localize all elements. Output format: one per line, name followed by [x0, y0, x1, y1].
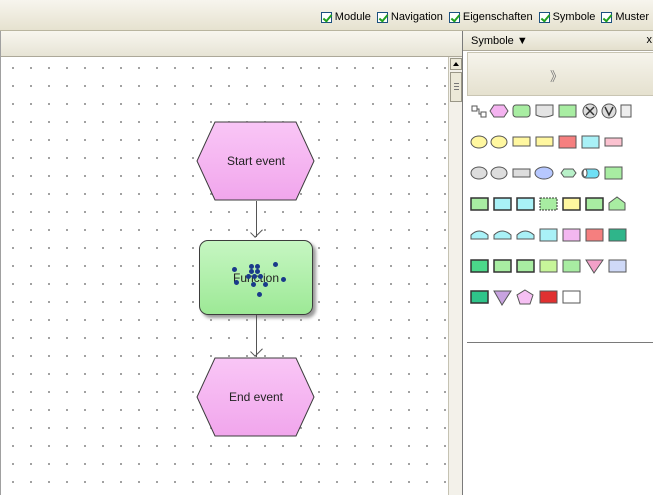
selection-handle[interactable]: [234, 280, 239, 285]
symbol-product-icon: [562, 197, 581, 211]
symbol-data-icon: [560, 168, 577, 178]
symbol-list-icon: [539, 228, 558, 242]
toggle-eigenschaften[interactable]: Eigenschaften: [448, 11, 533, 23]
vertical-scrollbar[interactable]: [448, 57, 463, 495]
symbols-dropdown[interactable]: Symbole ▼: [471, 35, 528, 47]
symbol-note-icon: [608, 259, 627, 273]
symbol-xor-icon: [582, 103, 598, 119]
start-event-label: Start event: [226, 154, 286, 168]
symbol-red-rect-icon: [539, 290, 558, 304]
panel-expand-bar[interactable]: 》: [467, 52, 653, 96]
selection-handle[interactable]: [246, 274, 251, 279]
symbol-entity-icon: [493, 230, 512, 240]
symbol-key-icon: [470, 290, 489, 304]
toggle-navigation-label: Navigation: [390, 11, 443, 23]
symbol-role-icon: [512, 136, 531, 147]
symbol-position-icon: [490, 135, 508, 149]
symbol-attribute-icon: [516, 230, 535, 240]
selection-handle[interactable]: [263, 282, 268, 287]
symbol-module-icon: [516, 197, 535, 211]
selection-handle[interactable]: [251, 282, 256, 287]
symbol-application-icon: [470, 197, 489, 211]
symbol-task-icon: [608, 228, 627, 242]
selection-handle[interactable]: [258, 274, 263, 279]
selection-handle[interactable]: [273, 262, 278, 267]
symbol-cluster-icon: [558, 104, 577, 118]
toggle-navigation[interactable]: Navigation: [376, 11, 443, 23]
scroll-thumb[interactable]: [450, 72, 462, 102]
symbol-group-icon: [535, 136, 554, 147]
symbol-it-function-icon: [493, 197, 512, 211]
symbol-hardware-icon: [512, 168, 531, 178]
navigation-checkbox[interactable]: [376, 11, 388, 23]
symbol-inverted-triangle-icon: [493, 290, 512, 306]
selection-handle[interactable]: [252, 274, 257, 279]
toggle-module[interactable]: Module: [320, 11, 371, 23]
muster-checkbox[interactable]: [601, 11, 613, 23]
module-checkbox[interactable]: [320, 11, 332, 23]
symbol-org-unit-icon: [470, 135, 488, 149]
model-canvas[interactable]: Start event Function End event: [0, 31, 463, 495]
double-chevron-icon[interactable]: 》: [550, 66, 563, 85]
arrow-down-icon: [250, 344, 263, 357]
symbol-pentagon-icon: [516, 289, 534, 305]
toggle-muster-label: Muster: [615, 11, 649, 23]
selection-handle[interactable]: [257, 292, 262, 297]
symbol-info-icon: [581, 135, 600, 149]
selection-handle[interactable]: [281, 277, 286, 282]
selection-handle[interactable]: [232, 267, 237, 272]
symbol-risk-icon: [558, 135, 577, 149]
symbol-location-icon: [490, 166, 508, 180]
canvas-header: [1, 31, 463, 57]
triangle-down-icon: ▼: [516, 35, 528, 47]
panel-header: Symbole ▼ x: [463, 31, 653, 51]
symbol-screen-icon: [562, 228, 581, 242]
symbol-objective-icon: [608, 196, 626, 211]
symbol-document-icon: [535, 104, 554, 118]
symbol-goal-icon: [470, 259, 489, 273]
top-toolbar: Module Navigation Eigenschaften Symbole …: [0, 0, 653, 31]
symbol-person-icon: [470, 166, 488, 180]
symbol-triangle-icon: [585, 259, 604, 274]
diagram-grid[interactable]: Start event Function End event: [1, 57, 448, 495]
symbol-success-factor-icon: [516, 259, 535, 273]
symbol-connector-icon: [471, 105, 487, 118]
view-toggles: Module Navigation Eigenschaften Symbole …: [320, 11, 649, 23]
toggle-muster[interactable]: Muster: [601, 11, 649, 23]
symbol-or-icon: [601, 103, 617, 119]
symbol-technical-term-icon: [470, 230, 489, 240]
symbol-service-icon: [585, 197, 604, 211]
symbol-measure-icon: [562, 259, 581, 273]
symbol-kpi-icon: [493, 259, 512, 273]
panel-title: Symbole: [471, 35, 514, 47]
symbol-event-icon: [489, 104, 509, 118]
symbol-report-icon: [585, 228, 604, 242]
toggle-module-label: Module: [334, 11, 371, 23]
symbol-cloud-icon: [534, 166, 554, 180]
symbol-component-icon: [539, 197, 558, 211]
toggle-symbole[interactable]: Symbole: [538, 11, 596, 23]
symbol-perspective-icon: [539, 259, 558, 273]
arrow-down-icon: [250, 225, 263, 238]
symbol-white-rect-icon: [562, 290, 581, 304]
symbols-panel: Symbole ▼ x 》: [462, 31, 653, 495]
symbole-checkbox[interactable]: [538, 11, 550, 23]
toggle-symbole-label: Symbole: [552, 11, 596, 23]
eigenschaften-checkbox[interactable]: [448, 11, 460, 23]
symbol-function-icon: [512, 104, 531, 118]
end-event-label: End event: [228, 390, 284, 404]
toggle-eigenschaften-label: Eigenschaften: [462, 11, 533, 23]
scroll-up-icon[interactable]: [450, 58, 462, 70]
symbol-database-icon: [581, 168, 600, 179]
symbol-palette[interactable]: [469, 103, 653, 315]
close-icon[interactable]: x: [647, 34, 653, 46]
